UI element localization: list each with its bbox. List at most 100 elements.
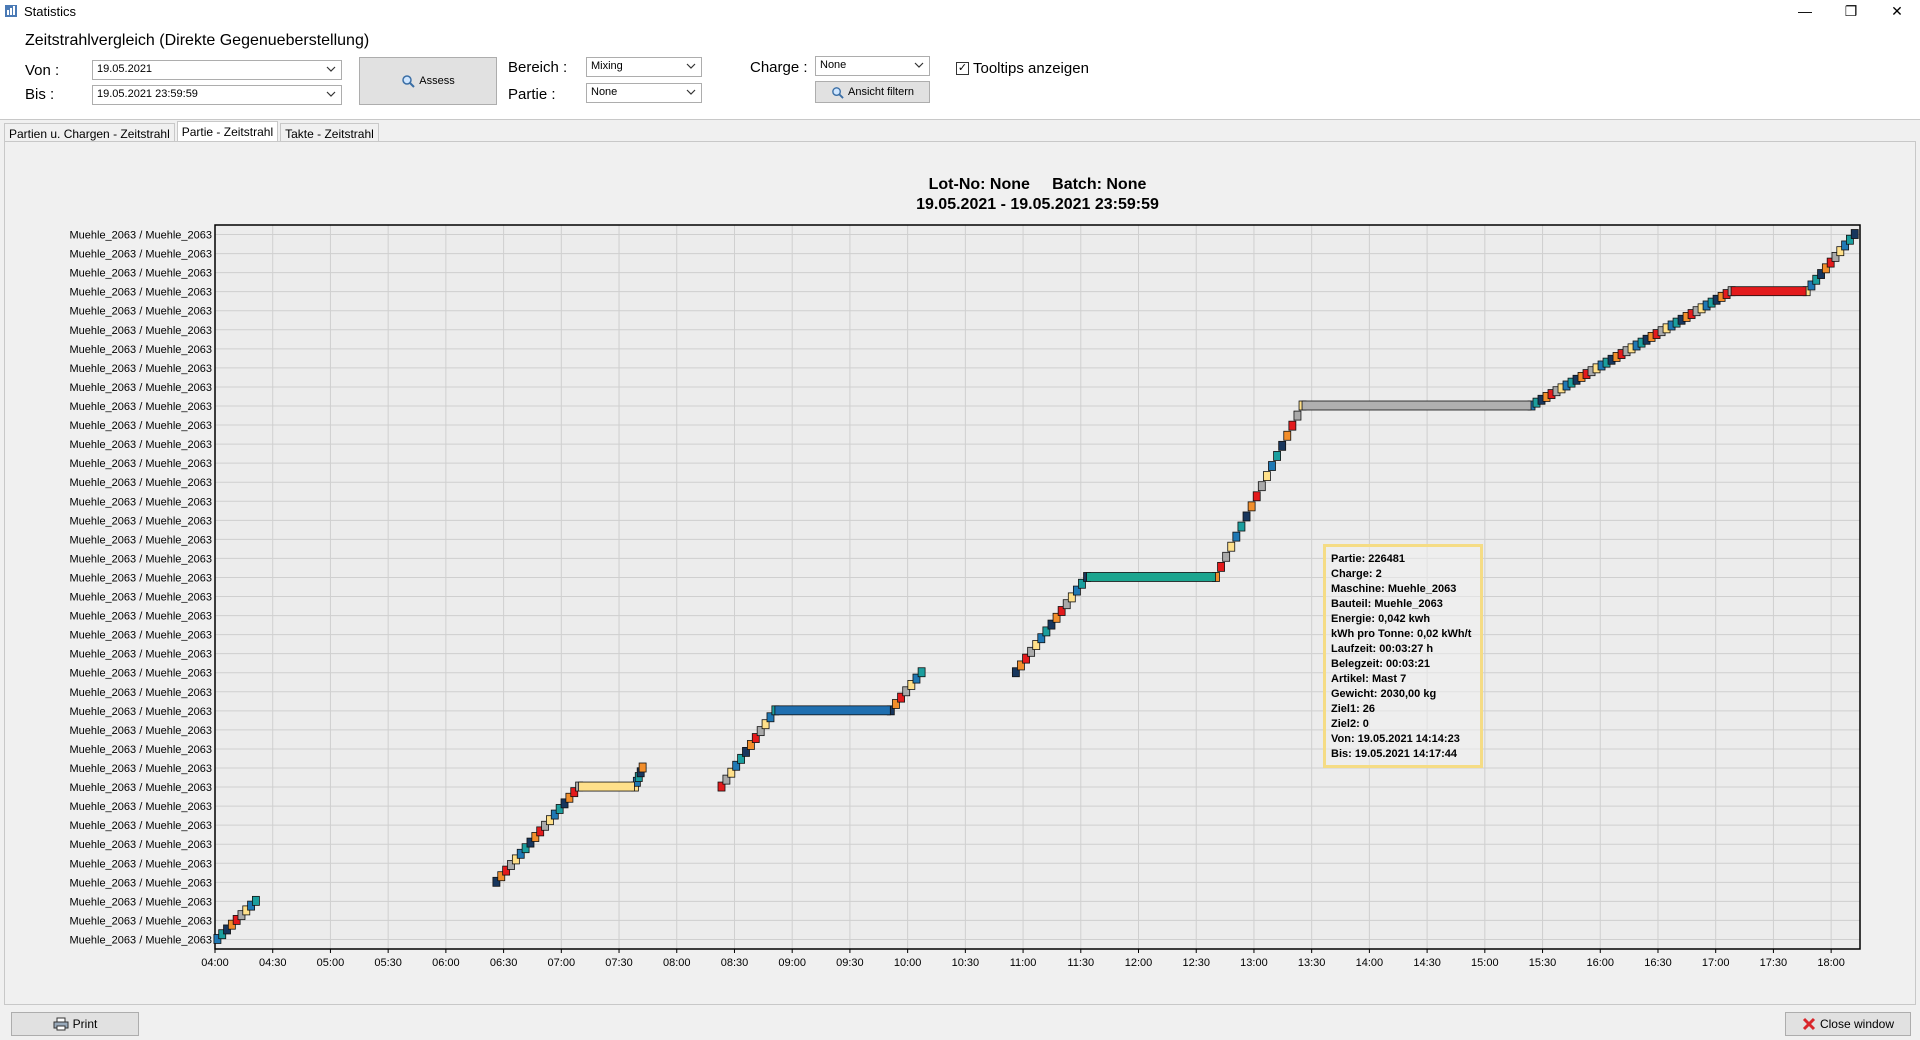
x-tick-label: 09:30 — [836, 957, 864, 969]
y-row-label: Muehle_2063 / Muehle_2063 — [69, 934, 212, 946]
batch-bar-long — [1730, 286, 1807, 297]
batch-bar-long — [774, 705, 891, 716]
footer-bar: Print Close window — [0, 1006, 1920, 1040]
y-row-label: Muehle_2063 / Muehle_2063 — [69, 230, 212, 242]
x-tick-label: 10:00 — [894, 957, 922, 969]
tooltip-line: Bauteil: Muehle_2063 — [1331, 598, 1443, 610]
print-button[interactable]: Print — [11, 1012, 139, 1036]
charge-select[interactable]: None — [815, 56, 930, 76]
y-row-label: Muehle_2063 / Muehle_2063 — [69, 553, 212, 565]
assess-button[interactable]: Assess — [359, 57, 497, 105]
tooltip-line: Maschine: Muehle_2063 — [1331, 583, 1457, 595]
restore-button[interactable]: ❐ — [1828, 0, 1874, 22]
x-tick-label: 10:30 — [952, 957, 980, 969]
batch-bar — [1257, 481, 1266, 492]
batch-bar — [1850, 229, 1859, 239]
x-tick-label: 08:30 — [721, 957, 749, 969]
batch-bar — [1273, 451, 1281, 461]
tooltip-line: Ziel1: 26 — [1331, 703, 1376, 715]
von-date-picker[interactable]: 19.05.2021 — [92, 60, 342, 80]
close-window-button[interactable]: Close window — [1785, 1012, 1911, 1036]
y-row-label: Muehle_2063 / Muehle_2063 — [69, 896, 212, 908]
batch-bar — [1242, 511, 1251, 522]
plot-area — [215, 225, 1860, 949]
batch-bar-long — [1301, 400, 1532, 411]
y-row-label: Muehle_2063 / Muehle_2063 — [69, 839, 212, 851]
y-row-label: Muehle_2063 / Muehle_2063 — [69, 458, 212, 470]
assess-label: Assess — [419, 75, 455, 87]
checkbox-check-icon: ✓ — [956, 62, 969, 75]
batch-bar — [1252, 491, 1261, 502]
batch-bar-long — [578, 781, 635, 792]
tooltip-line: kWh pro Tonne: 0,02 kWh/t — [1331, 628, 1472, 640]
y-row-label: Muehle_2063 / Muehle_2063 — [69, 858, 212, 870]
y-row-label: Muehle_2063 / Muehle_2063 — [69, 382, 212, 394]
minimize-button[interactable]: — — [1782, 0, 1828, 22]
print-label: Print — [72, 1017, 98, 1031]
y-row-label: Muehle_2063 / Muehle_2063 — [69, 782, 212, 794]
x-tick-label: 12:00 — [1125, 957, 1153, 969]
y-row-label: Muehle_2063 / Muehle_2063 — [69, 801, 212, 813]
x-tick-label: 14:00 — [1356, 957, 1384, 969]
chevron-down-icon — [326, 66, 336, 72]
y-row-label: Muehle_2063 / Muehle_2063 — [69, 706, 212, 718]
y-row-label: Muehle_2063 / Muehle_2063 — [69, 306, 212, 318]
tooltip-line: Bis: 19.05.2021 14:17:44 — [1331, 748, 1457, 760]
batch-bar-long — [1086, 572, 1216, 582]
y-row-label: Muehle_2063 / Muehle_2063 — [69, 325, 212, 337]
partie-value: None — [591, 86, 618, 98]
y-row-label: Muehle_2063 / Muehle_2063 — [69, 572, 212, 584]
y-row-label: Muehle_2063 / Muehle_2063 — [69, 915, 212, 927]
y-row-label: Muehle_2063 / Muehle_2063 — [69, 268, 212, 280]
ansicht-filtern-button[interactable]: Ansicht filtern — [815, 81, 930, 103]
tab-takte-zeitstrahl[interactable]: Takte - Zeitstrahl — [280, 123, 379, 142]
x-tick-label: 18:00 — [1817, 957, 1845, 969]
magnifier-icon — [832, 86, 844, 99]
y-row-label: Muehle_2063 / Muehle_2063 — [69, 515, 212, 527]
filter-header: Zeitstrahlvergleich (Direkte Gegenuebers… — [0, 22, 1920, 120]
batch-bar — [1237, 521, 1246, 532]
ansicht-label: Ansicht filtern — [847, 86, 915, 98]
batch-bar — [1247, 501, 1256, 512]
y-row-label: Muehle_2063 / Muehle_2063 — [69, 477, 212, 489]
batch-bar — [917, 667, 926, 678]
charge-label: Charge : — [750, 59, 808, 76]
y-row-label: Muehle_2063 / Muehle_2063 — [69, 744, 212, 756]
y-row-label: Muehle_2063 / Muehle_2063 — [69, 496, 212, 508]
x-tick-label: 05:00 — [317, 957, 345, 969]
tooltip-line: Von: 19.05.2021 14:14:23 — [1331, 733, 1460, 745]
tooltip-line: Energie: 0,042 kwh — [1331, 613, 1431, 625]
bereich-value: Mixing — [591, 60, 623, 72]
window-titlebar: Statistics — ❐ ✕ — [0, 0, 1920, 22]
x-tick-label: 07:30 — [605, 957, 633, 969]
timeline-chart: 04:00 04:30 05:00 05:30 06:00 06:30 07:00 07:30… — [69, 176, 1861, 969]
x-tick-label: 16:00 — [1586, 957, 1614, 969]
tooltip-line: Charge: 2 — [1331, 568, 1382, 580]
magnifier-icon — [402, 75, 415, 88]
y-row-label: Muehle_2063 / Muehle_2063 — [69, 401, 212, 413]
batch-bar — [1278, 440, 1287, 451]
chart-title: Lot-No: None Batch: None — [929, 176, 1147, 193]
tooltips-checkbox[interactable]: ✓ Tooltips anzeigen — [956, 60, 1089, 77]
tab-partien-chargen[interactable]: Partien u. Chargen - Zeitstrahl — [4, 123, 175, 142]
batch-bar — [1283, 430, 1292, 441]
close-window-icon-button[interactable]: ✕ — [1874, 0, 1920, 22]
x-tick-label: 15:30 — [1529, 957, 1557, 969]
bis-date-picker[interactable]: 19.05.2021 23:59:59 — [92, 85, 342, 105]
tab-partie-zeitstrahl[interactable]: Partie - Zeitstrahl — [176, 121, 279, 142]
y-row-label: Muehle_2063 / Muehle_2063 — [69, 344, 212, 356]
charge-value: None — [820, 59, 847, 71]
x-tick-label: 14:30 — [1413, 957, 1441, 969]
batch-bar — [638, 762, 647, 773]
partie-select[interactable]: None — [586, 83, 702, 103]
x-tick-label: 08:00 — [663, 957, 691, 969]
y-row-label: Muehle_2063 / Muehle_2063 — [69, 363, 212, 375]
window-title: Statistics — [24, 3, 77, 19]
close-label: Close window — [1819, 1017, 1895, 1031]
y-row-label: Muehle_2063 / Muehle_2063 — [69, 630, 212, 642]
x-tick-label: 09:00 — [778, 957, 806, 969]
batch-bar — [1217, 561, 1225, 572]
x-tick-label: 11:00 — [1010, 957, 1037, 969]
tooltip-line: Partie: 226481 — [1331, 553, 1405, 565]
bereich-select[interactable]: Mixing — [586, 57, 702, 77]
